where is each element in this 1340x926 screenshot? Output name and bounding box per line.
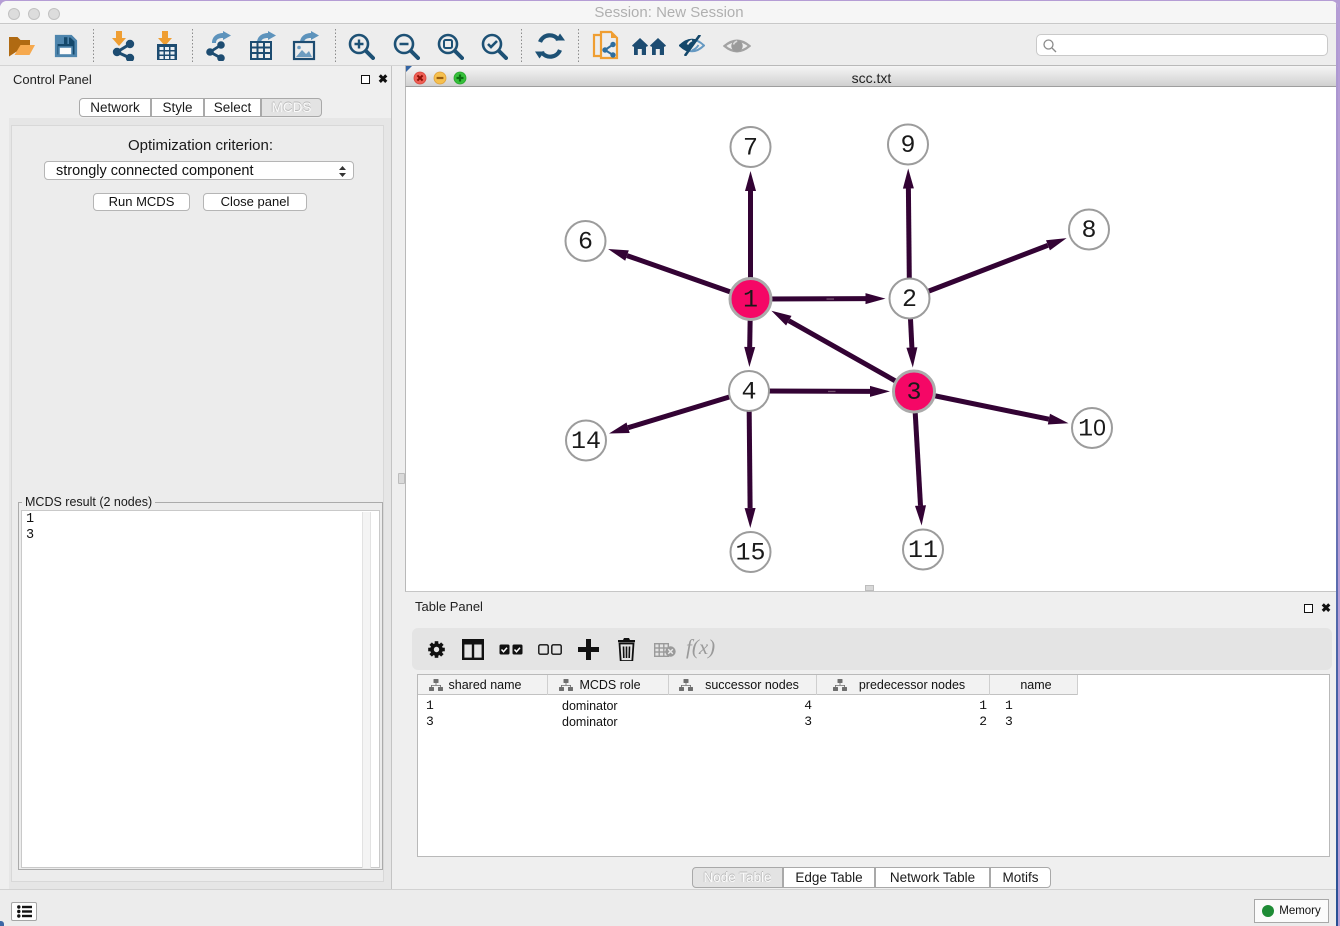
svg-text:7: 7: [743, 134, 758, 163]
svg-text:11: 11: [908, 536, 938, 565]
svg-text:4: 4: [741, 378, 756, 407]
svg-text:2: 2: [902, 285, 917, 314]
svg-text:6: 6: [578, 228, 593, 257]
svg-text:1: 1: [743, 286, 758, 315]
svg-text:15: 15: [735, 539, 765, 568]
svg-text:14: 14: [571, 427, 601, 456]
svg-text:3: 3: [906, 378, 921, 407]
svg-text:10: 10: [1078, 415, 1106, 444]
svg-text:8: 8: [1081, 216, 1096, 245]
svg-text:9: 9: [900, 131, 915, 160]
